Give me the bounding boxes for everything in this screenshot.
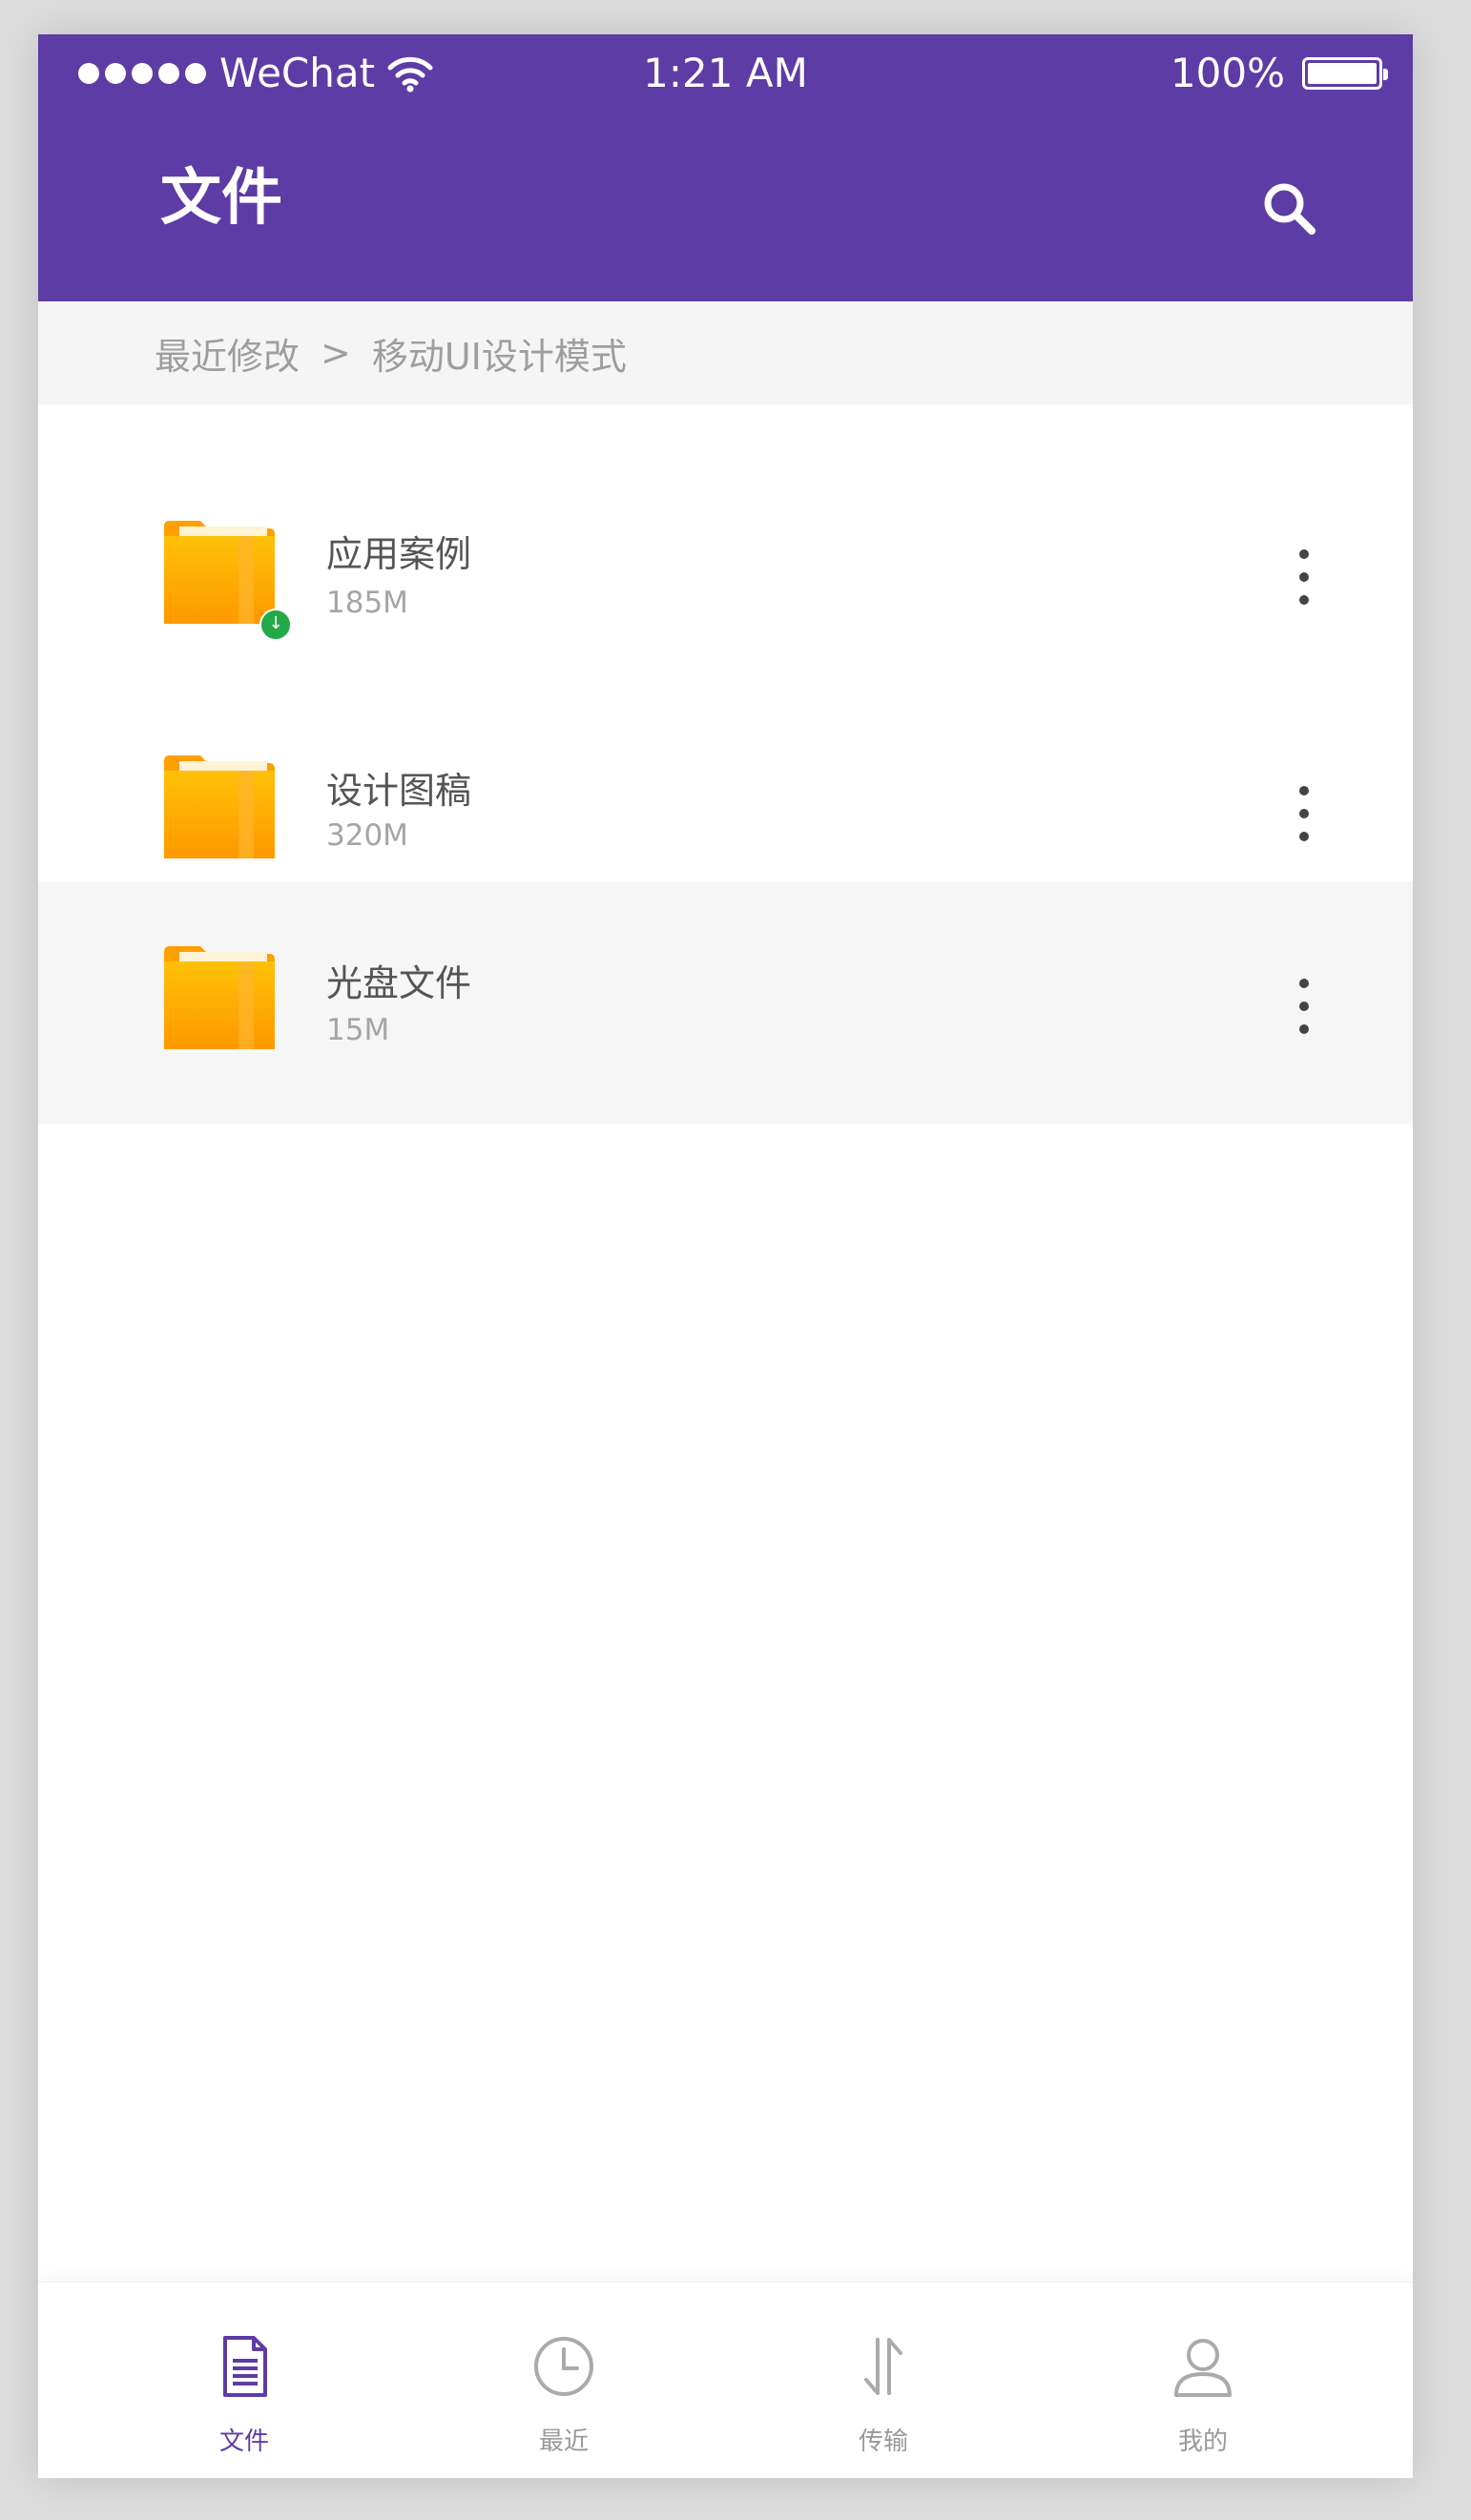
transfer-icon [864,2338,902,2395]
file-name: 设计图稿 [326,770,472,812]
file-size: 15M [326,1013,390,1047]
folder-icon [164,755,275,858]
status-right: 100% [1170,50,1388,96]
tab-label: 文件 [218,2427,269,2456]
document-icon [223,2336,267,2397]
file-row[interactable]: 光盘文件 15M [38,881,1413,1124]
download-badge-icon: ↓ [259,609,292,641]
tab-label: 传输 [858,2427,908,2456]
breadcrumb: 最近修改 > 移动UI设计模式 [38,301,1413,404]
clock-icon [534,2337,593,2396]
breadcrumb-current: 移动UI设计模式 [371,335,627,378]
tab-label: 最近 [538,2427,589,2456]
folder-icon [164,521,275,624]
file-row[interactable]: 设计图稿 320M [38,643,1413,881]
file-list: ↓ 应用案例 185M 设计图稿 320M 光盘文件 15M [38,404,1413,1124]
file-size: 320M [326,818,408,853]
battery-icon [1302,56,1388,90]
tab-files[interactable]: 文件 [120,2282,368,2478]
status-bar: WeChat 1:21 AM 100% [38,34,1413,111]
file-size: 185M [326,586,408,620]
file-row[interactable]: ↓ 应用案例 185M [38,404,1413,643]
page-title: 文件 [160,163,282,234]
bottom-tab-bar: 文件 最近 传输 我的 [38,2282,1413,2478]
tab-transfer[interactable]: 传输 [759,2282,1007,2478]
battery-percent: 100% [1170,50,1285,96]
breadcrumb-separator: > [321,332,351,374]
user-icon [1174,2339,1232,2397]
folder-icon [164,946,275,1049]
file-name: 应用案例 [326,533,472,575]
tab-label: 我的 [1177,2427,1228,2456]
search-icon[interactable] [1258,177,1321,240]
app-screen: WeChat 1:21 AM 100% 文件 最近修改 > 移动UI设计模式 ↓… [38,34,1413,2478]
tab-recent[interactable]: 最近 [440,2282,688,2478]
more-options-icon[interactable] [1298,979,1310,1034]
more-options-icon[interactable] [1298,786,1310,841]
more-options-icon[interactable] [1298,549,1310,605]
tab-profile[interactable]: 我的 [1079,2282,1327,2478]
breadcrumb-parent[interactable]: 最近修改 [155,327,300,380]
file-name: 光盘文件 [326,962,472,1004]
app-header: WeChat 1:21 AM 100% 文件 [38,34,1413,301]
